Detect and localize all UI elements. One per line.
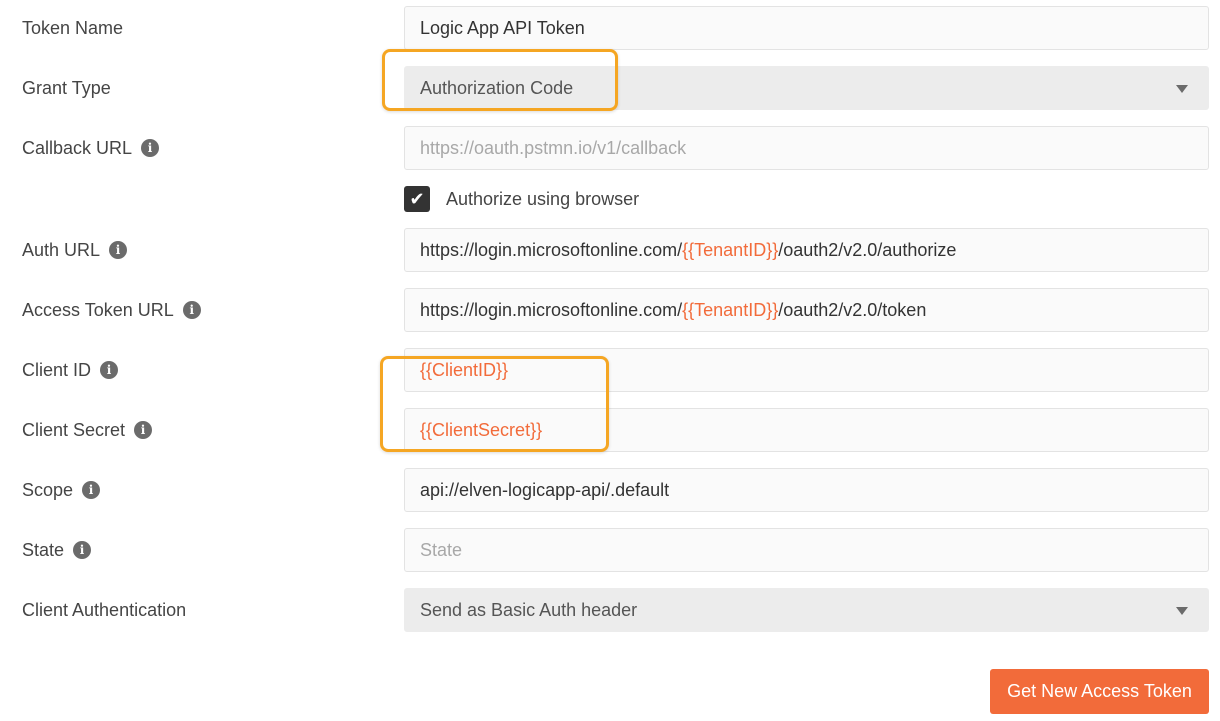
grant-type-select[interactable]: Authorization Code — [404, 66, 1209, 110]
access-token-url-label: Access Token URL i — [22, 288, 201, 332]
callback-url-label: Callback URL i — [22, 126, 160, 170]
client-id-label-text: Client ID — [22, 359, 92, 380]
info-icon[interactable]: i — [182, 301, 201, 319]
auth-url-prefix: https://login.microsoftonline.com/ — [420, 239, 683, 260]
get-new-access-token-button[interactable]: Get New Access Token — [990, 669, 1209, 714]
chevron-down-icon — [1176, 85, 1188, 93]
scope-value: api://elven-logicapp-api/.default — [420, 479, 670, 500]
state-placeholder: State — [420, 539, 463, 560]
auth-url-label-text: Auth URL — [22, 239, 101, 260]
info-icon[interactable]: i — [82, 481, 101, 499]
client-auth-label: Client Authentication — [22, 588, 186, 632]
authorize-browser-checkbox[interactable]: ✔ — [404, 186, 430, 212]
authorize-browser-label: Authorize using browser — [446, 188, 640, 209]
client-secret-label: Client Secret i — [22, 408, 153, 452]
access-token-url-label-text: Access Token URL — [22, 299, 174, 320]
client-secret-label-text: Client Secret — [22, 419, 126, 440]
token-name-label-text: Token Name — [22, 17, 124, 38]
chevron-down-icon — [1176, 607, 1188, 615]
authorize-browser-row: ✔ Authorize using browser — [404, 183, 639, 215]
info-icon[interactable]: i — [73, 541, 92, 559]
callback-url-label-text: Callback URL — [22, 137, 133, 158]
scope-label-text: Scope — [22, 479, 74, 500]
client-secret-input[interactable]: {{ClientSecret}} — [404, 408, 1209, 452]
info-icon[interactable]: i — [100, 361, 119, 379]
state-label-text: State — [22, 539, 65, 560]
auth-url-suffix: /oauth2/v2.0/authorize — [778, 239, 957, 260]
access-token-url-input[interactable]: https://login.microsoftonline.com/{{Tena… — [404, 288, 1209, 332]
client-id-input[interactable]: {{ClientID}} — [404, 348, 1209, 392]
access-token-url-variable: {{TenantID}} — [682, 299, 779, 320]
state-input[interactable]: State — [404, 528, 1209, 572]
client-secret-value: {{ClientSecret}} — [420, 419, 543, 440]
auth-url-input[interactable]: https://login.microsoftonline.com/{{Tena… — [404, 228, 1209, 272]
checkmark-icon: ✔ — [409, 188, 425, 209]
token-name-input[interactable]: Logic App API Token — [404, 6, 1209, 50]
client-auth-value: Send as Basic Auth header — [420, 599, 638, 620]
callback-url-placeholder: https://oauth.pstmn.io/v1/callback — [420, 137, 687, 158]
auth-url-label: Auth URL i — [22, 228, 128, 272]
grant-type-label: Grant Type — [22, 66, 111, 110]
access-token-url-prefix: https://login.microsoftonline.com/ — [420, 299, 683, 320]
token-name-value: Logic App API Token — [420, 17, 585, 38]
token-name-label: Token Name — [22, 6, 123, 50]
info-icon[interactable]: i — [134, 421, 153, 439]
client-id-label: Client ID i — [22, 348, 119, 392]
auth-url-variable: {{TenantID}} — [682, 239, 779, 260]
scope-label: Scope i — [22, 468, 101, 512]
info-icon[interactable]: i — [141, 139, 160, 157]
client-id-value: {{ClientID}} — [420, 359, 509, 380]
callback-url-input[interactable]: https://oauth.pstmn.io/v1/callback — [404, 126, 1209, 170]
client-auth-label-text: Client Authentication — [22, 599, 187, 620]
grant-type-label-text: Grant Type — [22, 77, 111, 98]
info-icon[interactable]: i — [109, 241, 128, 259]
client-auth-select[interactable]: Send as Basic Auth header — [404, 588, 1209, 632]
scope-input[interactable]: api://elven-logicapp-api/.default — [404, 468, 1209, 512]
state-label: State i — [22, 528, 92, 572]
grant-type-value: Authorization Code — [420, 77, 574, 98]
access-token-url-suffix: /oauth2/v2.0/token — [778, 299, 927, 320]
